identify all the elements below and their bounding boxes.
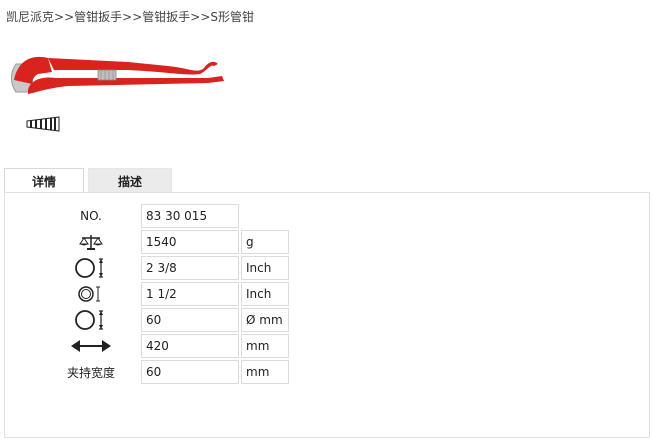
breadcrumb-item-brand[interactable]: 凯尼派克	[6, 8, 54, 25]
tube-capacity-icon	[55, 282, 127, 306]
breadcrumb-separator: >>	[190, 10, 211, 24]
tab-details[interactable]: 详情	[4, 168, 84, 192]
breadcrumb: 凯尼派克>>管钳扳手>>管钳扳手>>S形管钳	[6, 8, 254, 25]
spec-value-number: 83 30 015	[141, 204, 239, 228]
spec-label-number: NO.	[80, 209, 102, 223]
pipe-size-icon	[55, 256, 127, 280]
spec-unit-length: mm	[241, 334, 289, 358]
breadcrumb-separator: >>	[54, 10, 75, 24]
spec-value-length: 420	[141, 334, 239, 358]
spec-value-weight: 1540	[141, 230, 239, 254]
tab-description[interactable]: 描述	[88, 168, 172, 192]
spec-value-diameter: 60	[141, 308, 239, 332]
breadcrumb-item-category[interactable]: 管钳扳手	[74, 8, 122, 25]
spec-value-pipe-size: 2 3/8	[141, 256, 239, 280]
product-image	[8, 50, 230, 100]
spec-value-tube-capacity: 1 1/2	[141, 282, 239, 306]
spec-unit-diameter: Ø mm	[241, 308, 289, 332]
spec-unit-weight: g	[241, 230, 289, 254]
breadcrumb-separator: >>	[122, 10, 143, 24]
breadcrumb-item-current: S形管钳	[210, 10, 254, 24]
diameter-icon	[55, 308, 127, 332]
spec-unit-pipe-size: Inch	[241, 256, 289, 280]
length-arrows-icon	[55, 334, 127, 358]
spec-value-jaw-width: 60	[141, 360, 239, 384]
breadcrumb-item-subcategory[interactable]: 管钳扳手	[142, 8, 190, 25]
spec-panel: NO. 83 30 015 1540 g 2 3/8 Inch 1 1/2 In…	[4, 192, 650, 438]
spec-label-jaw-width: 夹持宽度	[66, 365, 115, 380]
spec-unit-jaw-width: mm	[241, 360, 289, 384]
spec-unit-tube-capacity: Inch	[241, 282, 289, 306]
jaw-serration-icon	[26, 116, 60, 132]
weight-scale-icon	[55, 230, 127, 254]
